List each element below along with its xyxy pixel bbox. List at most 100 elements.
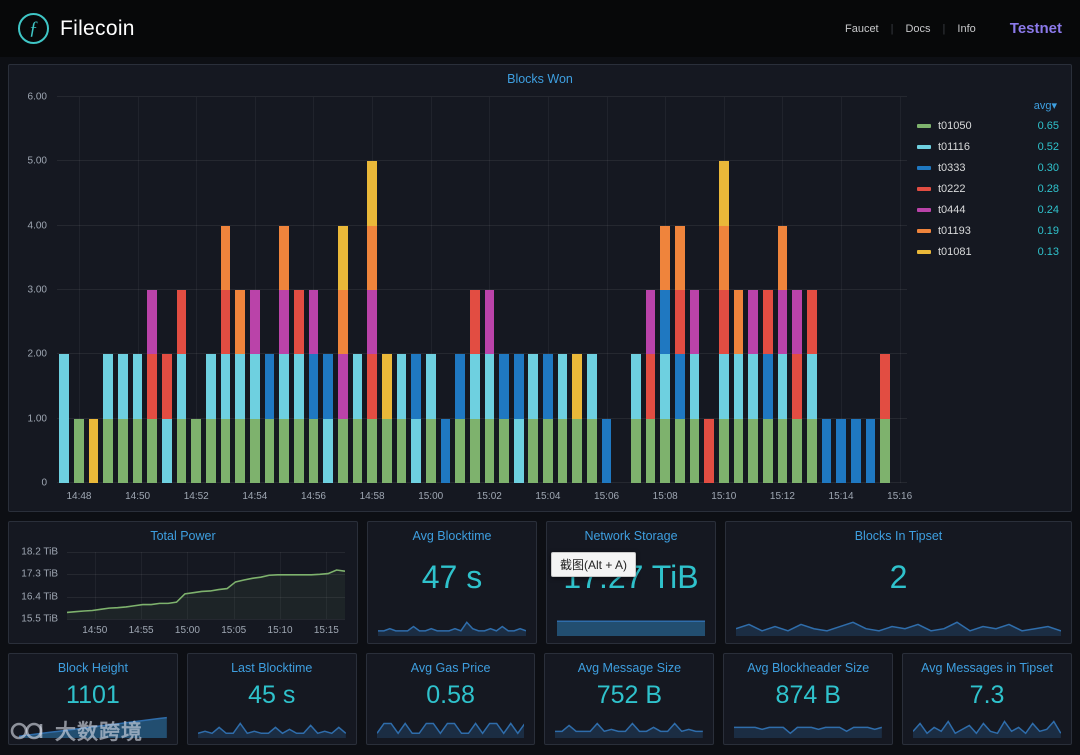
bar-slot[interactable]: [321, 97, 336, 483]
bar-slot[interactable]: [511, 97, 526, 483]
bar-slot[interactable]: [248, 97, 263, 483]
filecoin-logo-icon[interactable]: ƒ: [18, 13, 49, 44]
avg-gas-price-title[interactable]: Avg Gas Price: [367, 654, 535, 675]
blocks-in-tipset-title[interactable]: Blocks In Tipset: [726, 522, 1071, 543]
bar-slot[interactable]: [585, 97, 600, 483]
bar-slot[interactable]: [819, 97, 834, 483]
bar-slot[interactable]: [687, 97, 702, 483]
avg-blocktime-title[interactable]: Avg Blocktime: [368, 522, 536, 543]
blocks-won-title[interactable]: Blocks Won: [9, 65, 1071, 86]
bar-slot[interactable]: [482, 97, 497, 483]
last-blocktime-title[interactable]: Last Blocktime: [188, 654, 356, 675]
bar-slot[interactable]: [262, 97, 277, 483]
legend-item-t01116[interactable]: t01116 0.52: [917, 136, 1059, 157]
bar-slot[interactable]: [570, 97, 585, 483]
bar-slot[interactable]: [804, 97, 819, 483]
bar-slot[interactable]: [541, 97, 556, 483]
bar-slot[interactable]: [101, 97, 116, 483]
bar-slot[interactable]: [116, 97, 131, 483]
bar-slot[interactable]: [892, 97, 907, 483]
bar-segment-t01193: [733, 290, 744, 355]
avg-messages-in-tipset-value: 7.3: [969, 681, 1005, 709]
bar-slot[interactable]: [189, 97, 204, 483]
bar-slot[interactable]: [643, 97, 658, 483]
legend-item-t01081[interactable]: t01081 0.13: [917, 241, 1059, 262]
panel-total-power: Total Power 18.2 TiB 17.3 TiB 16.4 TiB 15.5…: [8, 521, 358, 644]
bar-slot[interactable]: [204, 97, 219, 483]
bar-segment-t01116: [528, 354, 539, 419]
bar-slot[interactable]: [160, 97, 175, 483]
bar-slot[interactable]: [746, 97, 761, 483]
blocks-won-plot[interactable]: [57, 96, 907, 483]
bar-slot[interactable]: [731, 97, 746, 483]
bar-slot[interactable]: [497, 97, 512, 483]
bar-slot[interactable]: [775, 97, 790, 483]
bar-slot[interactable]: [409, 97, 424, 483]
legend-item-t01050[interactable]: t01050 0.65: [917, 115, 1059, 136]
total-power-plot[interactable]: [67, 552, 345, 620]
bar-slot[interactable]: [878, 97, 893, 483]
bar-slot[interactable]: [145, 97, 160, 483]
bar-slot[interactable]: [761, 97, 776, 483]
bar-slot[interactable]: [292, 97, 307, 483]
nav-link-docs[interactable]: Docs: [893, 23, 942, 35]
bar-segment-t01050: [206, 418, 216, 483]
bar-slot[interactable]: [658, 97, 673, 483]
bar-slot[interactable]: [423, 97, 438, 483]
bar-slot[interactable]: [848, 97, 863, 483]
bar-slot[interactable]: [614, 97, 629, 483]
legend-item-t0444[interactable]: t0444 0.24: [917, 199, 1059, 220]
bar-slot[interactable]: [863, 97, 878, 483]
bar-slot[interactable]: [218, 97, 233, 483]
bar-slot[interactable]: [174, 97, 189, 483]
bar-segment-t01116: [631, 354, 641, 419]
legend-item-t0333[interactable]: t0333 0.30: [917, 157, 1059, 178]
bar-slot[interactable]: [834, 97, 849, 483]
bar-slot[interactable]: [702, 97, 717, 483]
brand-title[interactable]: Filecoin: [60, 17, 135, 41]
legend-item-t01193[interactable]: t01193 0.19: [917, 220, 1059, 241]
bar-slot[interactable]: [599, 97, 614, 483]
bar-slot[interactable]: [306, 97, 321, 483]
nav-link-faucet[interactable]: Faucet: [833, 23, 891, 35]
bar-segment-t01116: [587, 354, 597, 419]
avg-messages-in-tipset-title[interactable]: Avg Messages in Tipset: [903, 654, 1071, 675]
bar-slot[interactable]: [379, 97, 394, 483]
avg-blockheader-size-title[interactable]: Avg Blockheader Size: [724, 654, 892, 675]
bar-segment-t01050: [220, 418, 231, 483]
bar-slot[interactable]: [350, 97, 365, 483]
network-storage-title[interactable]: Network Storage: [547, 522, 715, 543]
bar-slot[interactable]: [335, 97, 350, 483]
legend-series-name: t01193: [938, 224, 971, 237]
block-height-title[interactable]: Block Height: [9, 654, 177, 675]
bar-slot[interactable]: [233, 97, 248, 483]
bar-slot[interactable]: [467, 97, 482, 483]
bar-slot[interactable]: [526, 97, 541, 483]
testnet-link[interactable]: Testnet: [1010, 20, 1062, 37]
total-power-title[interactable]: Total Power: [9, 522, 357, 543]
bar-slot[interactable]: [86, 97, 101, 483]
avg-message-size-title[interactable]: Avg Message Size: [545, 654, 713, 675]
bar-slot[interactable]: [72, 97, 87, 483]
avg-blockheader-size-value: 874 B: [775, 681, 841, 709]
bar-slot[interactable]: [629, 97, 644, 483]
legend-item-t0222[interactable]: t0222 0.28: [917, 178, 1059, 199]
bar-slot[interactable]: [717, 97, 732, 483]
bar-slot[interactable]: [790, 97, 805, 483]
bar-slot[interactable]: [453, 97, 468, 483]
bar-slot[interactable]: [555, 97, 570, 483]
bar-slot[interactable]: [57, 97, 72, 483]
bar-segment-t01116: [293, 354, 304, 419]
sparkline-svg: [378, 612, 526, 636]
bar-slot[interactable]: [277, 97, 292, 483]
bar-segment-t01050: [308, 418, 319, 483]
panel-last-blocktime: Last Blocktime 45 s: [186, 653, 357, 745]
x-tick-label: 15:14: [828, 491, 854, 502]
bar-slot[interactable]: [438, 97, 453, 483]
bar-slot[interactable]: [673, 97, 688, 483]
bar-slot[interactable]: [394, 97, 409, 483]
nav-link-info[interactable]: Info: [945, 23, 987, 35]
bar-slot[interactable]: [365, 97, 380, 483]
bar-slot[interactable]: [130, 97, 145, 483]
legend-avg-sort-button[interactable]: avg▾: [917, 99, 1059, 112]
